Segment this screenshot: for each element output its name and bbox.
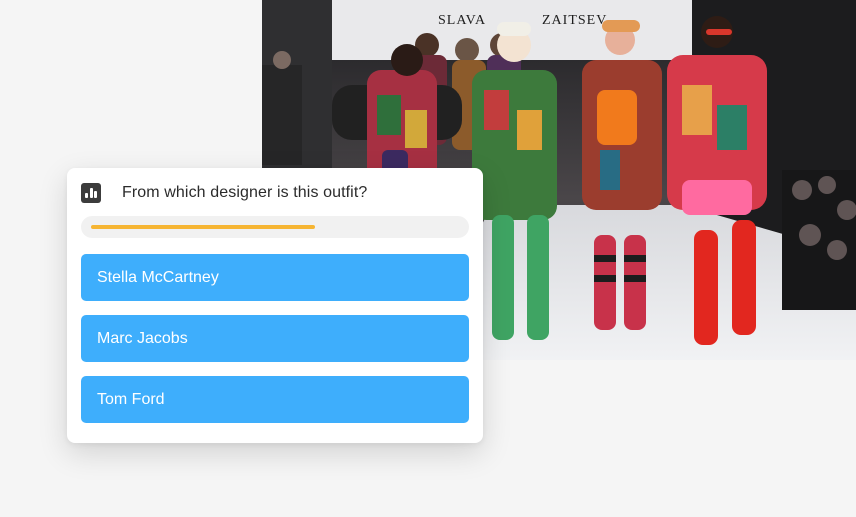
progress-track [81, 216, 469, 238]
answer-button-stella-mccartney[interactable]: Stella McCartney [81, 254, 469, 301]
quiz-header: From which designer is this outfit? [81, 182, 469, 204]
quiz-question: From which designer is this outfit? [122, 184, 368, 201]
svg-text:ZAITSEV: ZAITSEV [542, 13, 607, 28]
poll-icon [81, 183, 101, 203]
svg-text:SLAVA: SLAVA [438, 13, 486, 28]
answer-button-marc-jacobs[interactable]: Marc Jacobs [81, 315, 469, 362]
quiz-card: From which designer is this outfit? Stel… [67, 168, 483, 443]
answer-button-tom-ford[interactable]: Tom Ford [81, 376, 469, 423]
progress-fill [91, 225, 316, 229]
